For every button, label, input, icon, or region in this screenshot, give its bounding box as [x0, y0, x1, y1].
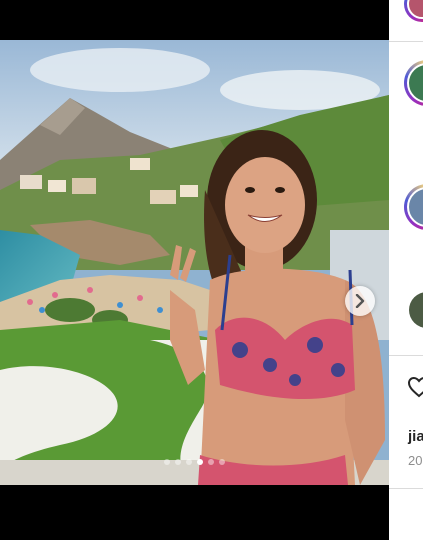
post-image[interactable]: [0, 40, 389, 485]
divider: [389, 355, 423, 356]
post-side-panel: jia 20: [389, 0, 423, 540]
carousel-dot: [175, 459, 181, 465]
comment-avatar[interactable]: [404, 60, 423, 106]
carousel-dot: [164, 459, 170, 465]
divider: [389, 488, 423, 489]
carousel-dot: [186, 459, 192, 465]
carousel-dot: [197, 459, 203, 465]
heart-icon[interactable]: [407, 376, 423, 398]
likes-username[interactable]: jia: [408, 428, 423, 445]
story-avatar-top[interactable]: [404, 0, 423, 22]
comment-avatar[interactable]: [409, 292, 423, 328]
photo-scene: [0, 40, 389, 485]
comment-avatar[interactable]: [404, 184, 423, 230]
next-slide-button[interactable]: [345, 286, 375, 316]
chevron-right-icon: [355, 294, 365, 308]
divider: [389, 41, 423, 42]
carousel-dot: [208, 459, 214, 465]
carousel-indicator: [0, 459, 389, 465]
post-date: 20: [408, 453, 423, 468]
carousel-dot: [219, 459, 225, 465]
